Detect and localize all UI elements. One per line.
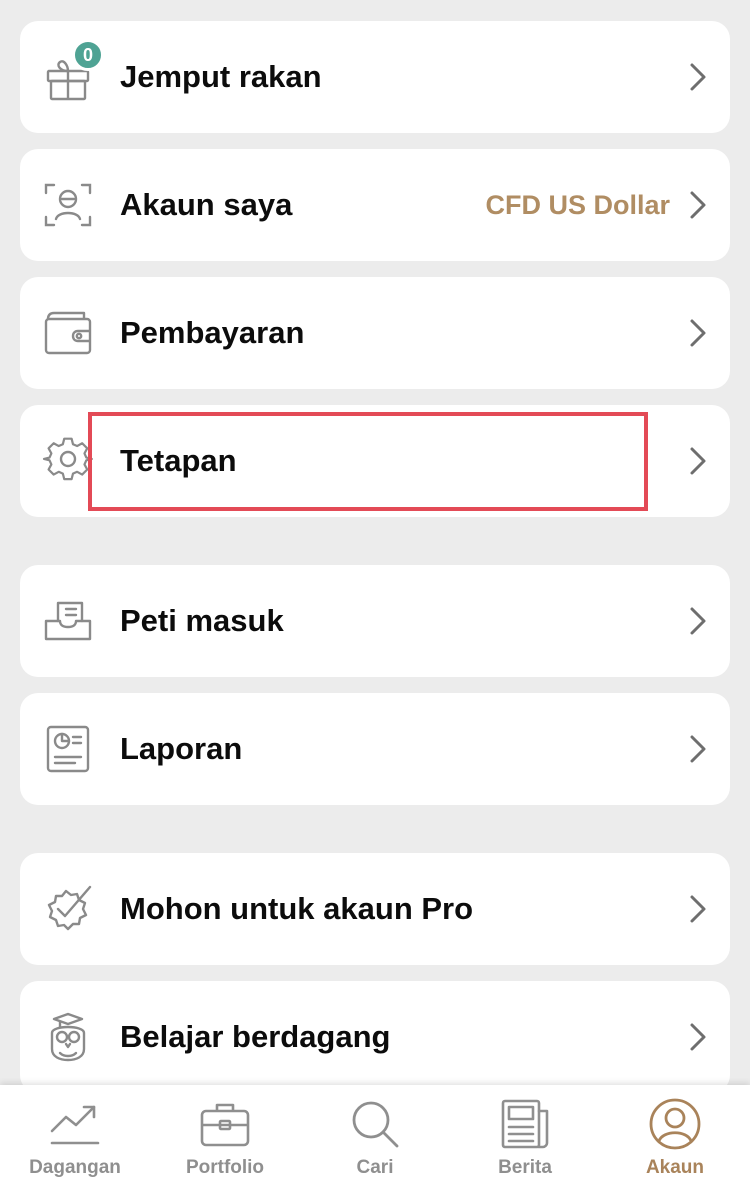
report-icon <box>42 721 94 777</box>
bottom-tab-bar: Dagangan Portfolio Cari Berita Akaun <box>0 1085 750 1193</box>
chevron-right-icon <box>690 735 706 763</box>
account-menu-screen: 0 Jemput rakan Akaun saya CFD US Dollar <box>0 0 750 1193</box>
newspaper-icon <box>501 1099 549 1149</box>
menu-item-reports[interactable]: Laporan <box>20 693 730 805</box>
menu-item-apply-pro-account[interactable]: Mohon untuk akaun Pro <box>20 853 730 965</box>
chevron-right-icon <box>690 895 706 923</box>
tab-portfolio-label: Portfolio <box>185 1157 265 1178</box>
menu-item-learn-trading[interactable]: Belajar berdagang <box>20 981 730 1093</box>
tab-trading[interactable]: Dagangan <box>0 1085 150 1193</box>
owl-graduate-icon <box>42 1009 94 1065</box>
learn-trading-label: Belajar berdagang <box>120 1019 391 1054</box>
chevron-right-icon <box>690 319 706 347</box>
menu-item-inbox[interactable]: Peti masuk <box>20 565 730 677</box>
highlight-box <box>88 412 648 511</box>
user-circle-icon <box>649 1098 701 1150</box>
tab-account[interactable]: Akaun <box>600 1085 750 1193</box>
inbox-label: Peti masuk <box>120 603 284 638</box>
tab-account-label: Akaun <box>645 1157 705 1178</box>
gear-icon <box>42 433 94 489</box>
tab-portfolio[interactable]: Portfolio <box>150 1085 300 1193</box>
reports-label: Laporan <box>120 731 243 766</box>
invite-friends-label: Jemput rakan <box>120 59 322 94</box>
user-scan-icon <box>42 177 94 233</box>
my-account-label: Akaun saya <box>120 187 293 222</box>
chevron-right-icon <box>690 1023 706 1051</box>
menu-item-payment[interactable]: Pembayaran <box>20 277 730 389</box>
chart-trend-icon <box>50 1105 100 1145</box>
tab-news[interactable]: Berita <box>450 1085 600 1193</box>
tab-trading-label: Dagangan <box>29 1157 121 1178</box>
menu-item-invite-friends[interactable]: 0 Jemput rakan <box>20 21 730 133</box>
wallet-icon <box>42 305 94 361</box>
invite-count-badge: 0 <box>72 39 104 71</box>
badge-check-icon <box>42 881 94 937</box>
chevron-right-icon <box>690 63 706 91</box>
chevron-right-icon <box>690 191 706 219</box>
chevron-right-icon <box>690 607 706 635</box>
search-icon <box>352 1101 399 1148</box>
tab-search-label: Cari <box>356 1157 394 1178</box>
chevron-right-icon <box>690 447 706 475</box>
tab-search[interactable]: Cari <box>300 1085 450 1193</box>
apply-pro-label: Mohon untuk akaun Pro <box>120 891 474 926</box>
briefcase-icon <box>200 1103 250 1147</box>
account-type-value: CFD US Dollar <box>485 189 670 220</box>
payment-label: Pembayaran <box>120 315 305 350</box>
inbox-icon <box>42 593 94 649</box>
menu-item-my-account[interactable]: Akaun saya CFD US Dollar <box>20 149 730 261</box>
tab-news-label: Berita <box>498 1157 552 1178</box>
